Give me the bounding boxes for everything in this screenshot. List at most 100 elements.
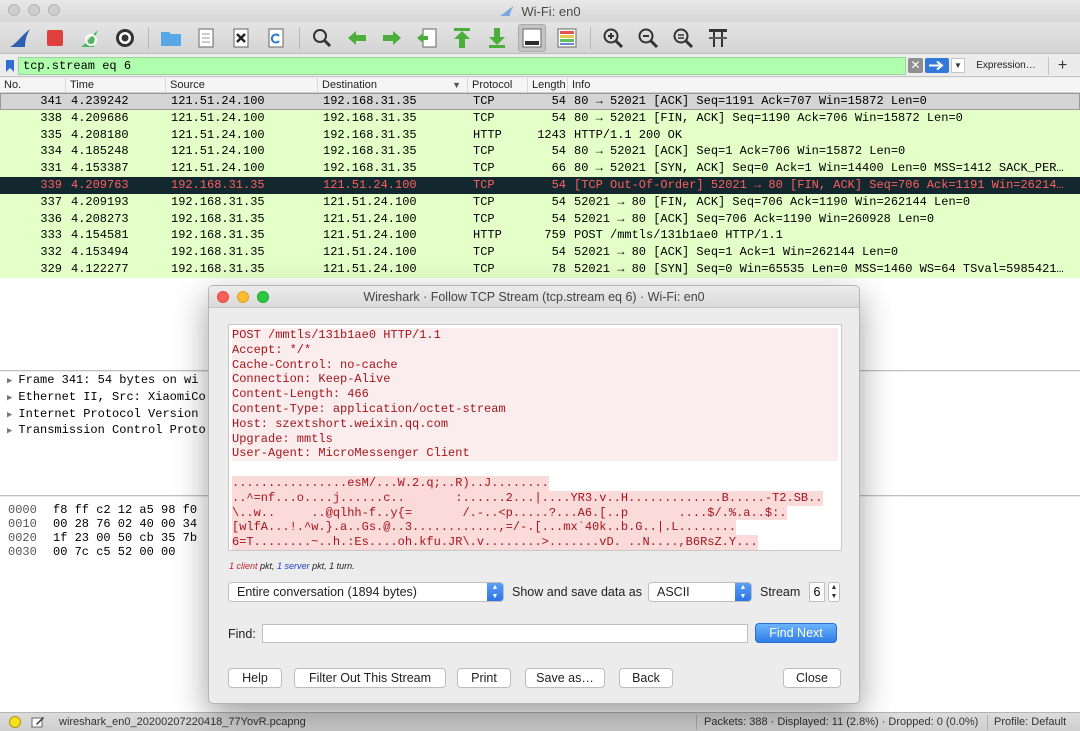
column-header-destination[interactable]: Destination ▼ <box>318 78 468 92</box>
packet-row[interactable]: 341 4.239242 121.51.24.100 192.168.31.35 TCP… <box>0 93 1080 110</box>
dialog-close-button[interactable] <box>217 291 229 303</box>
packet-cell-src: 192.168.31.35 <box>171 177 265 192</box>
packet-cell-no: 337 <box>40 194 62 209</box>
status-divider <box>987 715 988 730</box>
packet-cell-time: 4.208273 <box>71 211 129 226</box>
column-header-length[interactable]: Length <box>528 78 568 92</box>
capture-options-button[interactable] <box>111 24 139 52</box>
stream-stepper[interactable]: ▲ ▼ <box>828 582 840 602</box>
zoom-normal-icon <box>673 28 694 48</box>
back-button[interactable]: Back <box>619 668 673 688</box>
stop-capture-button[interactable] <box>41 24 69 52</box>
sort-descending-icon: ▼ <box>452 80 461 90</box>
previous-packet-button[interactable] <box>343 24 371 52</box>
toolbar-separator <box>148 26 149 49</box>
expert-info-icon[interactable] <box>9 716 21 728</box>
add-filter-button[interactable]: + <box>1048 57 1076 75</box>
packet-row[interactable]: 332 4.153494 192.168.31.35 121.51.24.100 TCP… <box>0 244 1080 261</box>
save-as-button[interactable]: Save as… <box>525 668 605 688</box>
zoom-window-button[interactable] <box>48 4 60 16</box>
disclosure-triangle-icon[interactable]: ▶ <box>7 410 12 420</box>
zoom-out-button[interactable] <box>634 24 662 52</box>
find-next-button[interactable]: Find Next <box>755 623 837 643</box>
first-packet-button[interactable] <box>448 24 476 52</box>
packet-row[interactable]: 331 4.153387 121.51.24.100 192.168.31.35 TCP… <box>0 160 1080 177</box>
packet-row[interactable]: 334 4.185248 121.51.24.100 192.168.31.35 TCP… <box>0 143 1080 161</box>
next-packet-button[interactable] <box>378 24 406 52</box>
packet-row[interactable]: 338 4.209686 121.51.24.100 192.168.31.35 TCP… <box>0 109 1080 127</box>
print-button[interactable]: Print <box>457 668 511 688</box>
packet-cell-proto: TCP <box>473 161 495 176</box>
close-button[interactable]: Close <box>783 668 841 688</box>
start-capture-button[interactable] <box>6 24 34 52</box>
go-to-packet-button[interactable] <box>413 24 441 52</box>
clear-filter-icon[interactable]: ✕ <box>908 58 923 73</box>
disclosure-triangle-icon[interactable]: ▶ <box>7 426 12 436</box>
zoom-normal-button[interactable] <box>669 24 697 52</box>
filter-out-stream-button[interactable]: Filter Out This Stream <box>294 668 446 688</box>
close-file-button[interactable] <box>227 24 255 52</box>
stream-text-line: Content-Type: application/octet-stream <box>232 401 838 417</box>
data-format-select[interactable]: ASCII ▲ ▼ <box>648 582 752 602</box>
packet-cell-len: 54 <box>551 194 566 209</box>
packet-cell-info: HTTP/1.1 200 OK <box>574 127 683 142</box>
packet-row[interactable]: 336 4.208273 192.168.31.35 121.51.24.100 TCP… <box>0 210 1080 228</box>
colorize-button[interactable] <box>553 24 581 52</box>
packet-cell-time: 4.209193 <box>71 194 129 209</box>
help-button[interactable]: Help <box>228 668 282 688</box>
column-header-protocol[interactable]: Protocol <box>468 78 528 92</box>
display-filter-input[interactable]: tcp.stream eq 6 <box>18 57 906 75</box>
filter-history-dropdown[interactable]: ▼ <box>951 58 965 73</box>
packet-cell-time: 4.153387 <box>71 161 129 176</box>
packet-cell-time: 4.239242 <box>71 94 129 108</box>
stream-number-input[interactable]: 6 <box>809 582 825 602</box>
open-file-button[interactable] <box>157 24 185 52</box>
packet-row[interactable]: 337 4.209193 192.168.31.35 121.51.24.100 TCP… <box>0 193 1080 211</box>
disclosure-triangle-icon[interactable]: ▶ <box>7 376 12 386</box>
zoom-in-button[interactable] <box>599 24 627 52</box>
edit-comment-icon[interactable] <box>31 716 45 728</box>
save-file-button[interactable] <box>192 24 220 52</box>
packet-cell-no: 341 <box>40 94 62 108</box>
find-input[interactable] <box>262 624 748 643</box>
packet-cell-len: 54 <box>551 110 566 125</box>
column-header-time[interactable]: Time <box>66 78 166 92</box>
minimize-window-button[interactable] <box>28 4 40 16</box>
reload-file-button[interactable] <box>262 24 290 52</box>
column-header-no[interactable]: No. <box>0 78 66 92</box>
find-packet-button[interactable] <box>308 24 336 52</box>
stop-icon <box>47 29 63 46</box>
packet-cell-dst: 121.51.24.100 <box>323 177 417 192</box>
column-header-source[interactable]: Source <box>166 78 318 92</box>
dialog-minimize-button[interactable] <box>237 291 249 303</box>
restart-capture-button[interactable] <box>76 24 104 52</box>
resize-columns-button[interactable] <box>704 24 732 52</box>
packet-cell-src: 192.168.31.35 <box>171 228 265 243</box>
bookmark-icon[interactable] <box>3 58 17 74</box>
dialog-zoom-button[interactable] <box>257 291 269 303</box>
status-bar: wireshark_en0_20200207220418_77YovR.pcap… <box>0 712 1080 731</box>
packet-cell-dst: 121.51.24.100 <box>323 261 417 276</box>
column-header-info[interactable]: Info <box>568 78 1080 92</box>
disclosure-triangle-icon[interactable]: ▶ <box>7 393 12 403</box>
packet-row[interactable]: 339 4.209763 192.168.31.35 121.51.24.100 TCP… <box>0 176 1080 194</box>
arrow-forward-icon <box>383 30 401 45</box>
packet-cell-src: 192.168.31.35 <box>171 194 265 209</box>
stream-content[interactable]: POST /mmtls/131b1ae0 HTTP/1.1 Accept: */*… <box>228 324 842 551</box>
expression-button[interactable]: Expression… <box>970 58 1042 74</box>
last-packet-button[interactable] <box>483 24 511 52</box>
close-window-button[interactable] <box>8 4 20 16</box>
autoscroll-button[interactable] <box>518 23 546 52</box>
packet-cell-proto: TCP <box>473 261 495 276</box>
packet-cell-no: 336 <box>40 211 62 226</box>
packet-row[interactable]: 333 4.154581 192.168.31.35 121.51.24.100 HTT… <box>0 227 1080 245</box>
apply-filter-button[interactable] <box>925 58 949 73</box>
packet-row[interactable]: 335 4.208180 121.51.24.100 192.168.31.35 HTT… <box>0 126 1080 144</box>
display-filter-bar: tcp.stream eq 6 ✕ ▼ Expression… + <box>0 55 1080 77</box>
packet-cell-no: 333 <box>40 228 62 243</box>
profile-status[interactable]: Profile: Default <box>994 716 1066 728</box>
packet-row[interactable]: 329 4.122277 192.168.31.35 121.51.24.100 TCP… <box>0 260 1080 278</box>
stream-text-line: Host: szextshort.weixin.qq.com <box>232 416 838 432</box>
search-icon <box>313 28 332 47</box>
conversation-select[interactable]: Entire conversation (1894 bytes) ▲ ▼ <box>228 582 504 602</box>
